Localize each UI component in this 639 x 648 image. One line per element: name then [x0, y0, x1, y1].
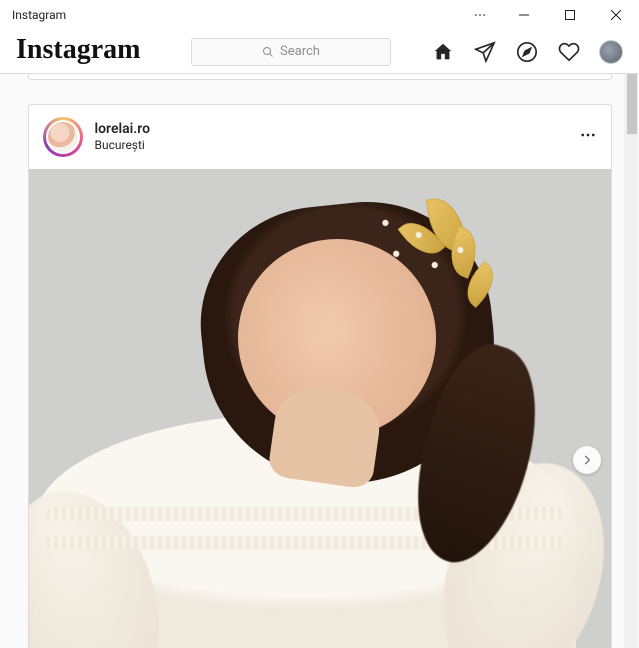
post-more-button[interactable]	[579, 126, 597, 148]
nav-icons	[431, 40, 623, 64]
home-icon[interactable]	[431, 40, 455, 64]
window-minimize-button[interactable]	[501, 0, 547, 30]
photo-content	[29, 169, 611, 648]
window-more-button[interactable]	[463, 0, 497, 30]
search-placeholder: Search	[280, 44, 320, 59]
post-header: lorelai.ro București	[29, 105, 611, 169]
instagram-logo[interactable]: Instagram	[16, 34, 140, 66]
search-input[interactable]: Search	[191, 38, 391, 66]
app-header: Instagram Search	[0, 30, 639, 74]
post: lorelai.ro București	[28, 104, 612, 648]
messages-icon[interactable]	[473, 40, 497, 64]
avatar-image	[48, 122, 78, 152]
window-maximize-button[interactable]	[547, 0, 593, 30]
post-author-avatar[interactable]	[46, 120, 80, 154]
explore-icon[interactable]	[515, 40, 539, 64]
window-title-wrap: Instagram	[12, 8, 66, 22]
post-username[interactable]: lorelai.ro	[95, 121, 151, 138]
window-controls	[463, 0, 639, 30]
chevron-right-icon	[580, 453, 594, 467]
window-title: Instagram	[12, 8, 66, 22]
carousel-next-button[interactable]	[573, 446, 601, 474]
window-titlebar: Instagram	[0, 0, 639, 30]
profile-avatar[interactable]	[599, 40, 623, 64]
previous-post-bottom	[28, 74, 612, 80]
scrollbar-thumb[interactable]	[627, 74, 637, 134]
story-ring[interactable]	[43, 117, 83, 157]
feed: lorelai.ro București	[28, 74, 612, 648]
search-icon	[262, 46, 274, 58]
window-close-button[interactable]	[593, 0, 639, 30]
feed-scroll[interactable]: lorelai.ro București	[0, 74, 639, 648]
scrollbar-track[interactable]	[624, 74, 638, 648]
post-image[interactable]	[29, 169, 611, 648]
activity-icon[interactable]	[557, 40, 581, 64]
post-location[interactable]: București	[95, 138, 151, 152]
post-author-block: lorelai.ro București	[95, 121, 151, 152]
